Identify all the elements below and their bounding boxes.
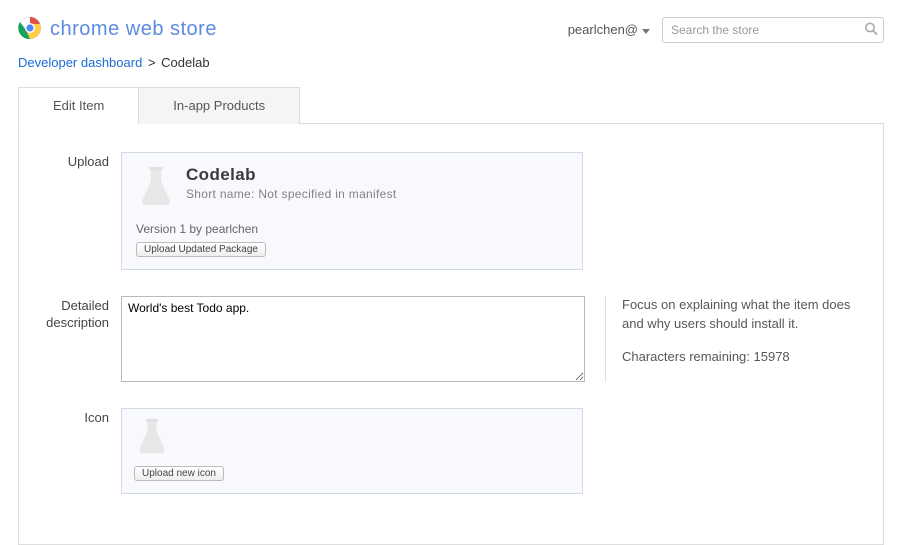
user-email: pearlchen@ bbox=[568, 22, 638, 37]
tab-edit-item[interactable]: Edit Item bbox=[18, 87, 139, 124]
icon-card: Upload new icon bbox=[121, 408, 583, 494]
app-name: Codelab bbox=[186, 165, 397, 185]
label-description: Detailed description bbox=[43, 296, 121, 382]
flask-icon bbox=[134, 445, 170, 460]
short-name-label: Short name: bbox=[186, 187, 255, 201]
user-menu[interactable]: pearlchen@ bbox=[568, 22, 650, 37]
description-help-text: Focus on explaining what the item does a… bbox=[622, 296, 863, 334]
tabs: Edit Item In-app Products bbox=[18, 86, 884, 124]
description-help: Focus on explaining what the item does a… bbox=[605, 296, 863, 382]
search-input[interactable] bbox=[662, 17, 884, 43]
upload-new-icon-button[interactable]: Upload new icon bbox=[134, 466, 224, 481]
label-icon: Icon bbox=[43, 408, 121, 494]
label-upload: Upload bbox=[43, 152, 121, 270]
flask-icon bbox=[136, 165, 176, 212]
version-line: Version 1 by pearlchen bbox=[136, 222, 568, 236]
logo-area[interactable]: chrome web store bbox=[18, 16, 217, 43]
search-icon[interactable] bbox=[864, 21, 878, 38]
caret-down-icon bbox=[642, 22, 650, 37]
breadcrumb-link-dashboard[interactable]: Developer dashboard bbox=[18, 55, 142, 70]
breadcrumb-separator: > bbox=[148, 55, 156, 70]
tab-inapp-products[interactable]: In-app Products bbox=[138, 87, 300, 124]
upload-card: Codelab Short name: Not specified in man… bbox=[121, 152, 583, 270]
upload-updated-package-button[interactable]: Upload Updated Package bbox=[136, 242, 266, 257]
short-name-value: Not specified in manifest bbox=[258, 187, 396, 201]
characters-remaining: Characters remaining: 15978 bbox=[622, 348, 863, 367]
breadcrumb-current: Codelab bbox=[161, 55, 209, 70]
description-textarea[interactable] bbox=[121, 296, 585, 382]
chrome-logo-icon bbox=[18, 16, 42, 43]
store-title: chrome web store bbox=[50, 18, 217, 41]
breadcrumb: Developer dashboard > Codelab bbox=[0, 51, 902, 86]
